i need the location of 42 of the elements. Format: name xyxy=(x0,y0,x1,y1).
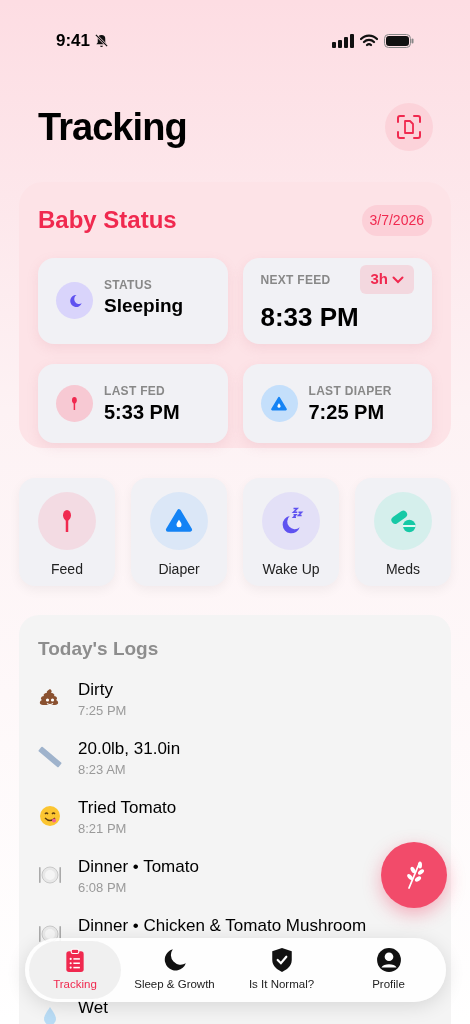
tab[interactable]: Profile xyxy=(335,941,442,999)
tile-label: NEXT FEED xyxy=(260,271,331,289)
date-badge: 3/7/2026 xyxy=(361,204,432,236)
log-time: 7:25 PM xyxy=(78,701,127,720)
tile-value: Sleeping xyxy=(104,294,184,318)
log-time: 8:21 PM xyxy=(78,819,128,838)
tab[interactable]: Sleep & Growth xyxy=(121,941,228,999)
log-title: Dirty xyxy=(78,678,114,701)
tab[interactable]: Tracking xyxy=(29,941,121,999)
log-title: Tried Tomato xyxy=(78,796,177,819)
tile-value: 5:33 PM xyxy=(104,400,180,425)
log-title: Dinner • Tomato xyxy=(78,855,199,878)
log-title: Wet xyxy=(78,996,108,1019)
spoon-icon xyxy=(72,396,77,411)
triangle-icon xyxy=(270,394,288,413)
battery-icon xyxy=(384,33,414,48)
status-time: 9:41 xyxy=(56,29,91,52)
scan-document-button[interactable] xyxy=(385,103,433,151)
tile-label: LAST DIAPER xyxy=(308,383,392,400)
log-title: Dinner • Chicken & Tomato Mushroom xyxy=(78,914,367,937)
quick-action-button[interactable]: Meds xyxy=(355,478,451,586)
scan-document-icon xyxy=(396,114,422,140)
profile-icon xyxy=(375,946,402,973)
tile-value: 7:25 PM xyxy=(308,400,386,425)
page-title: Tracking xyxy=(38,104,187,150)
quick-action-button[interactable]: Diaper xyxy=(131,478,227,586)
smiling-face-icon xyxy=(38,803,62,828)
chevron-down-icon xyxy=(392,275,404,284)
tile-value: 8:33 PM xyxy=(260,300,360,334)
log-title: 20.0lb, 31.0in xyxy=(78,737,181,760)
signal-icon xyxy=(332,33,354,48)
card-title: Baby Status xyxy=(38,205,177,235)
log-time: 6:08 PM xyxy=(78,878,128,897)
tile-label: LAST FED xyxy=(104,383,167,400)
section-title: Today's Logs xyxy=(38,637,160,661)
tile-label: STATUS xyxy=(104,277,154,294)
spoon-icon xyxy=(63,509,71,533)
wifi-icon xyxy=(360,33,378,48)
tab[interactable]: Is It Normal? xyxy=(228,941,335,999)
quick-action-button[interactable]: Feed xyxy=(19,478,115,586)
quick-action-button[interactable]: Wake Up xyxy=(243,478,339,586)
log-time: 8:23 AM xyxy=(78,760,127,779)
